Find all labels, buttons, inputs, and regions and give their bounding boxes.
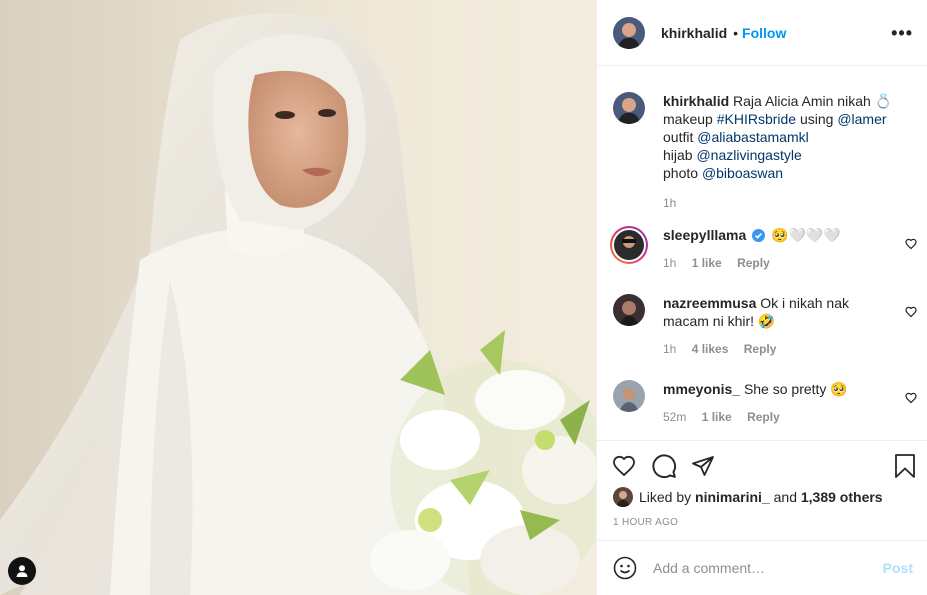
comment-item: sleepylllama 🥺🤍🤍🤍 1h 1 like Reply (610, 226, 927, 272)
caption-username[interactable]: khirkhalid (663, 93, 729, 109)
liked-by-user-link[interactable]: ninimarini_ (695, 489, 770, 505)
post-photo[interactable] (0, 0, 596, 595)
follow-button[interactable]: Follow (742, 25, 786, 41)
liked-by-others-link[interactable]: 1,389 others (801, 489, 883, 505)
mention-link-outfit[interactable]: @aliabastamamkl (697, 129, 808, 145)
comment-item: mmeyonis_ She so pretty 🥺 52m 1 like Rep… (613, 380, 927, 426)
caption-body: khirkhalid Raja Alicia Amin nikah 💍 make… (663, 92, 895, 212)
comment-likes[interactable]: 4 likes (692, 342, 729, 356)
like-comment-heart-icon[interactable] (905, 306, 917, 318)
comment-time[interactable]: 52m (663, 410, 686, 424)
caption-line3-prefix: outfit (663, 129, 698, 145)
caption-line2-mid: using (796, 111, 838, 127)
comments-list[interactable]: khirkhalid Raja Alicia Amin nikah 💍 make… (597, 66, 927, 441)
comment-text: She so pretty 🥺 (743, 381, 848, 397)
mention-link-lamer[interactable]: @lamer (837, 111, 886, 127)
liked-by-row: Liked by ninimarini_ and 1,389 others (597, 485, 927, 509)
comment-likes[interactable]: 1 like (702, 410, 732, 424)
post-side-panel: khirkhalid • Follow ••• khirkhalid Raja … (596, 0, 927, 595)
like-comment-heart-icon[interactable] (905, 392, 917, 404)
emoji-smiley-icon[interactable] (613, 556, 637, 580)
comment-time[interactable]: 1h (663, 342, 676, 356)
add-comment-input[interactable]: Add a comment… (653, 560, 883, 576)
author-avatar[interactable] (613, 16, 645, 49)
liker-avatar[interactable] (613, 487, 633, 507)
comment-body: nazreemmusa Ok i nikah nak macam ni khir… (663, 294, 895, 358)
caption-entry: khirkhalid Raja Alicia Amin nikah 💍 make… (613, 92, 927, 212)
post-comment-button[interactable]: Post (883, 560, 913, 576)
like-heart-icon[interactable] (611, 454, 637, 478)
reply-button[interactable]: Reply (747, 410, 780, 424)
reply-button[interactable]: Reply (744, 342, 777, 356)
header-separator: • (733, 24, 739, 41)
hashtag-link[interactable]: #KHIRsbride (717, 111, 796, 127)
add-comment-bar: Add a comment… Post (597, 540, 927, 595)
caption-line2-prefix: makeup (663, 111, 717, 127)
comment-username[interactable]: mmeyonis_ (663, 381, 740, 397)
share-send-icon[interactable] (691, 454, 715, 478)
comment-username[interactable]: nazreemmusa (663, 295, 756, 311)
comment-body: sleepylllama 🥺🤍🤍🤍 1h 1 like Reply (663, 226, 895, 272)
comment-text: 🥺🤍🤍🤍 (771, 227, 841, 243)
like-comment-heart-icon[interactable] (905, 238, 917, 250)
more-options-icon[interactable]: ••• (891, 24, 913, 42)
caption-time[interactable]: 1h (663, 196, 676, 210)
mention-link-photo[interactable]: @biboaswan (702, 165, 783, 181)
post-timestamp[interactable]: 1 HOUR AGO (597, 517, 927, 535)
comment-username[interactable]: sleepylllama (663, 227, 746, 243)
author-username[interactable]: khirkhalid (661, 25, 727, 41)
bride-photo-illustration (0, 0, 596, 595)
post-actions-bar (597, 441, 927, 491)
caption-text-line1: Raja Alicia Amin nikah 💍 (733, 93, 893, 109)
comment-time[interactable]: 1h (663, 256, 676, 270)
verified-badge-icon (752, 229, 766, 242)
liked-by-prefix: Liked by (639, 489, 696, 505)
caption-line5-prefix: photo (663, 165, 702, 181)
commenter-avatar[interactable] (613, 380, 645, 412)
comment-bubble-icon[interactable] (651, 453, 677, 479)
reply-button[interactable]: Reply (737, 256, 770, 270)
mention-link-hijab[interactable]: @nazlivingastyle (696, 147, 801, 163)
post-header: khirkhalid • Follow ••• (597, 0, 927, 66)
commenter-avatar (614, 230, 644, 260)
liked-by-middle: and (769, 489, 801, 505)
commenter-avatar-story-ring[interactable] (610, 226, 648, 264)
comment-likes[interactable]: 1 like (692, 256, 722, 270)
caption-avatar[interactable] (613, 92, 645, 124)
commenter-avatar[interactable] (613, 294, 645, 326)
comment-item: nazreemmusa Ok i nikah nak macam ni khir… (613, 294, 927, 358)
save-bookmark-icon[interactable] (893, 453, 917, 479)
comment-body: mmeyonis_ She so pretty 🥺 52m 1 like Rep… (663, 380, 895, 426)
instagram-post-modal: khirkhalid • Follow ••• khirkhalid Raja … (0, 0, 927, 595)
tagged-users-button[interactable] (8, 557, 36, 585)
caption-line4-prefix: hijab (663, 147, 697, 163)
user-icon (16, 565, 28, 577)
